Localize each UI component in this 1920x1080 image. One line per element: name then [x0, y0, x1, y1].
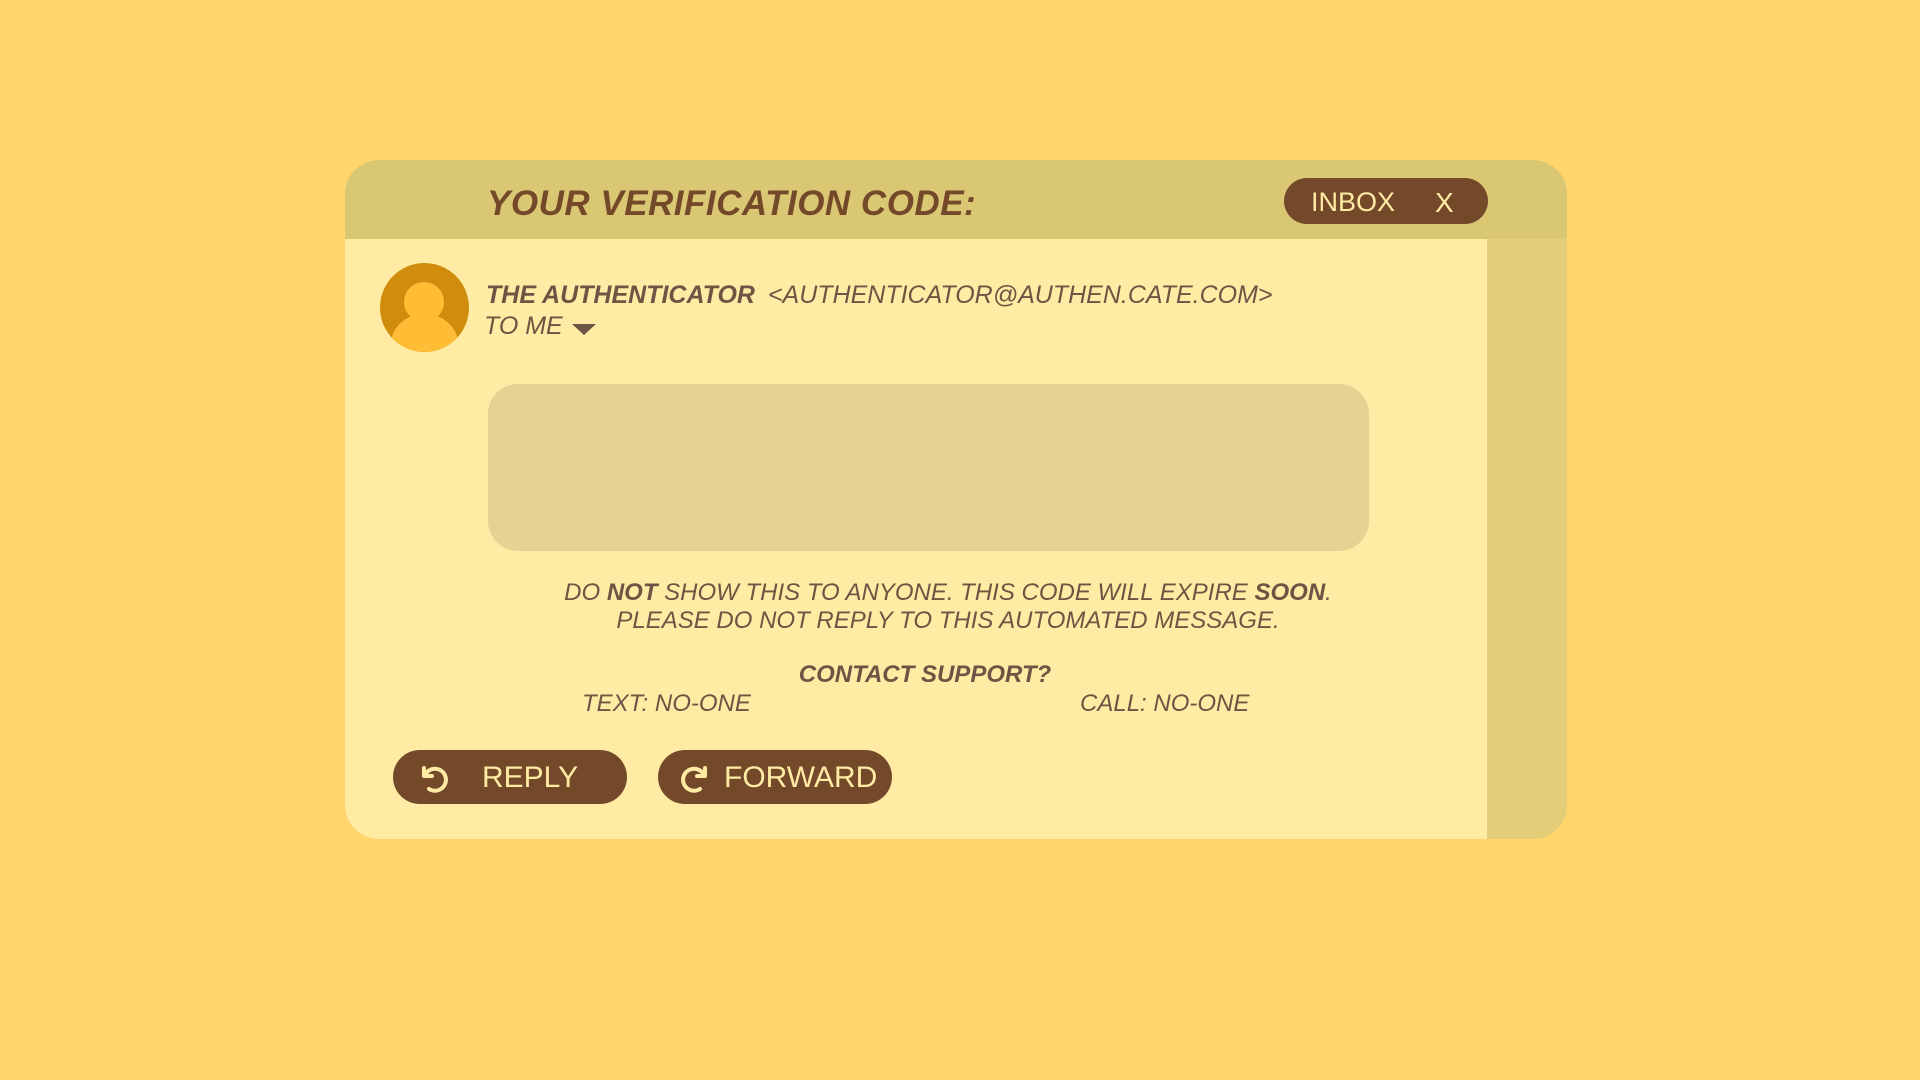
inbox-tab[interactable]: INBOX X	[1284, 178, 1488, 224]
warning-line-1: DO NOT SHOW THIS TO ANYONE. THIS CODE WI…	[377, 579, 1519, 607]
contact-support-title: CONTACT SUPPORT?	[798, 661, 1052, 688]
sender-name: THE AUTHENTICATOR	[486, 281, 755, 309]
sender-line: THE AUTHENTICATOR <AUTHENTICATOR@AUTHEN.…	[486, 281, 1273, 310]
forward-icon	[681, 766, 707, 793]
warning-text: .	[1325, 579, 1332, 606]
reply-icon	[422, 766, 448, 793]
reply-label[interactable]: REPLY	[482, 761, 578, 795]
warning-emphasis-not: NOT	[606, 579, 658, 606]
contact-call: CALL: NO-ONE	[1080, 690, 1250, 717]
close-button[interactable]: X	[1435, 187, 1454, 219]
warning-emphasis-soon: SOON	[1254, 579, 1326, 606]
contact-text: TEXT: NO-ONE	[582, 690, 751, 717]
warning-text: SHOW THIS TO ANYONE. THIS CODE WILL EXPI…	[657, 579, 1255, 606]
verification-code-box	[488, 384, 1369, 551]
sender-email: <AUTHENTICATOR@AUTHEN.CATE.COM>	[767, 281, 1273, 309]
title-bar: YOUR VERIFICATION CODE: INBOX X	[345, 160, 1567, 239]
forward-button[interactable]: FORWARD	[658, 750, 892, 804]
email-window: YOUR VERIFICATION CODE: INBOX X THE AUTH…	[345, 160, 1567, 839]
warning-text: DO	[564, 579, 607, 606]
recipient-dropdown[interactable]: TO ME	[484, 312, 596, 341]
reply-button[interactable]: REPLY	[393, 750, 627, 804]
chevron-down-icon[interactable]	[571, 324, 596, 335]
inbox-label[interactable]: INBOX	[1311, 187, 1395, 218]
avatar-body	[391, 314, 458, 352]
page-title: YOUR VERIFICATION CODE:	[487, 184, 977, 223]
user-avatar-icon	[380, 263, 469, 352]
forward-label[interactable]: FORWARD	[724, 761, 877, 795]
side-panel	[1487, 239, 1567, 839]
recipient-label[interactable]: TO ME	[484, 312, 563, 341]
warning-line-2: PLEASE DO NOT REPLY TO THIS AUTOMATED ME…	[616, 607, 1280, 634]
